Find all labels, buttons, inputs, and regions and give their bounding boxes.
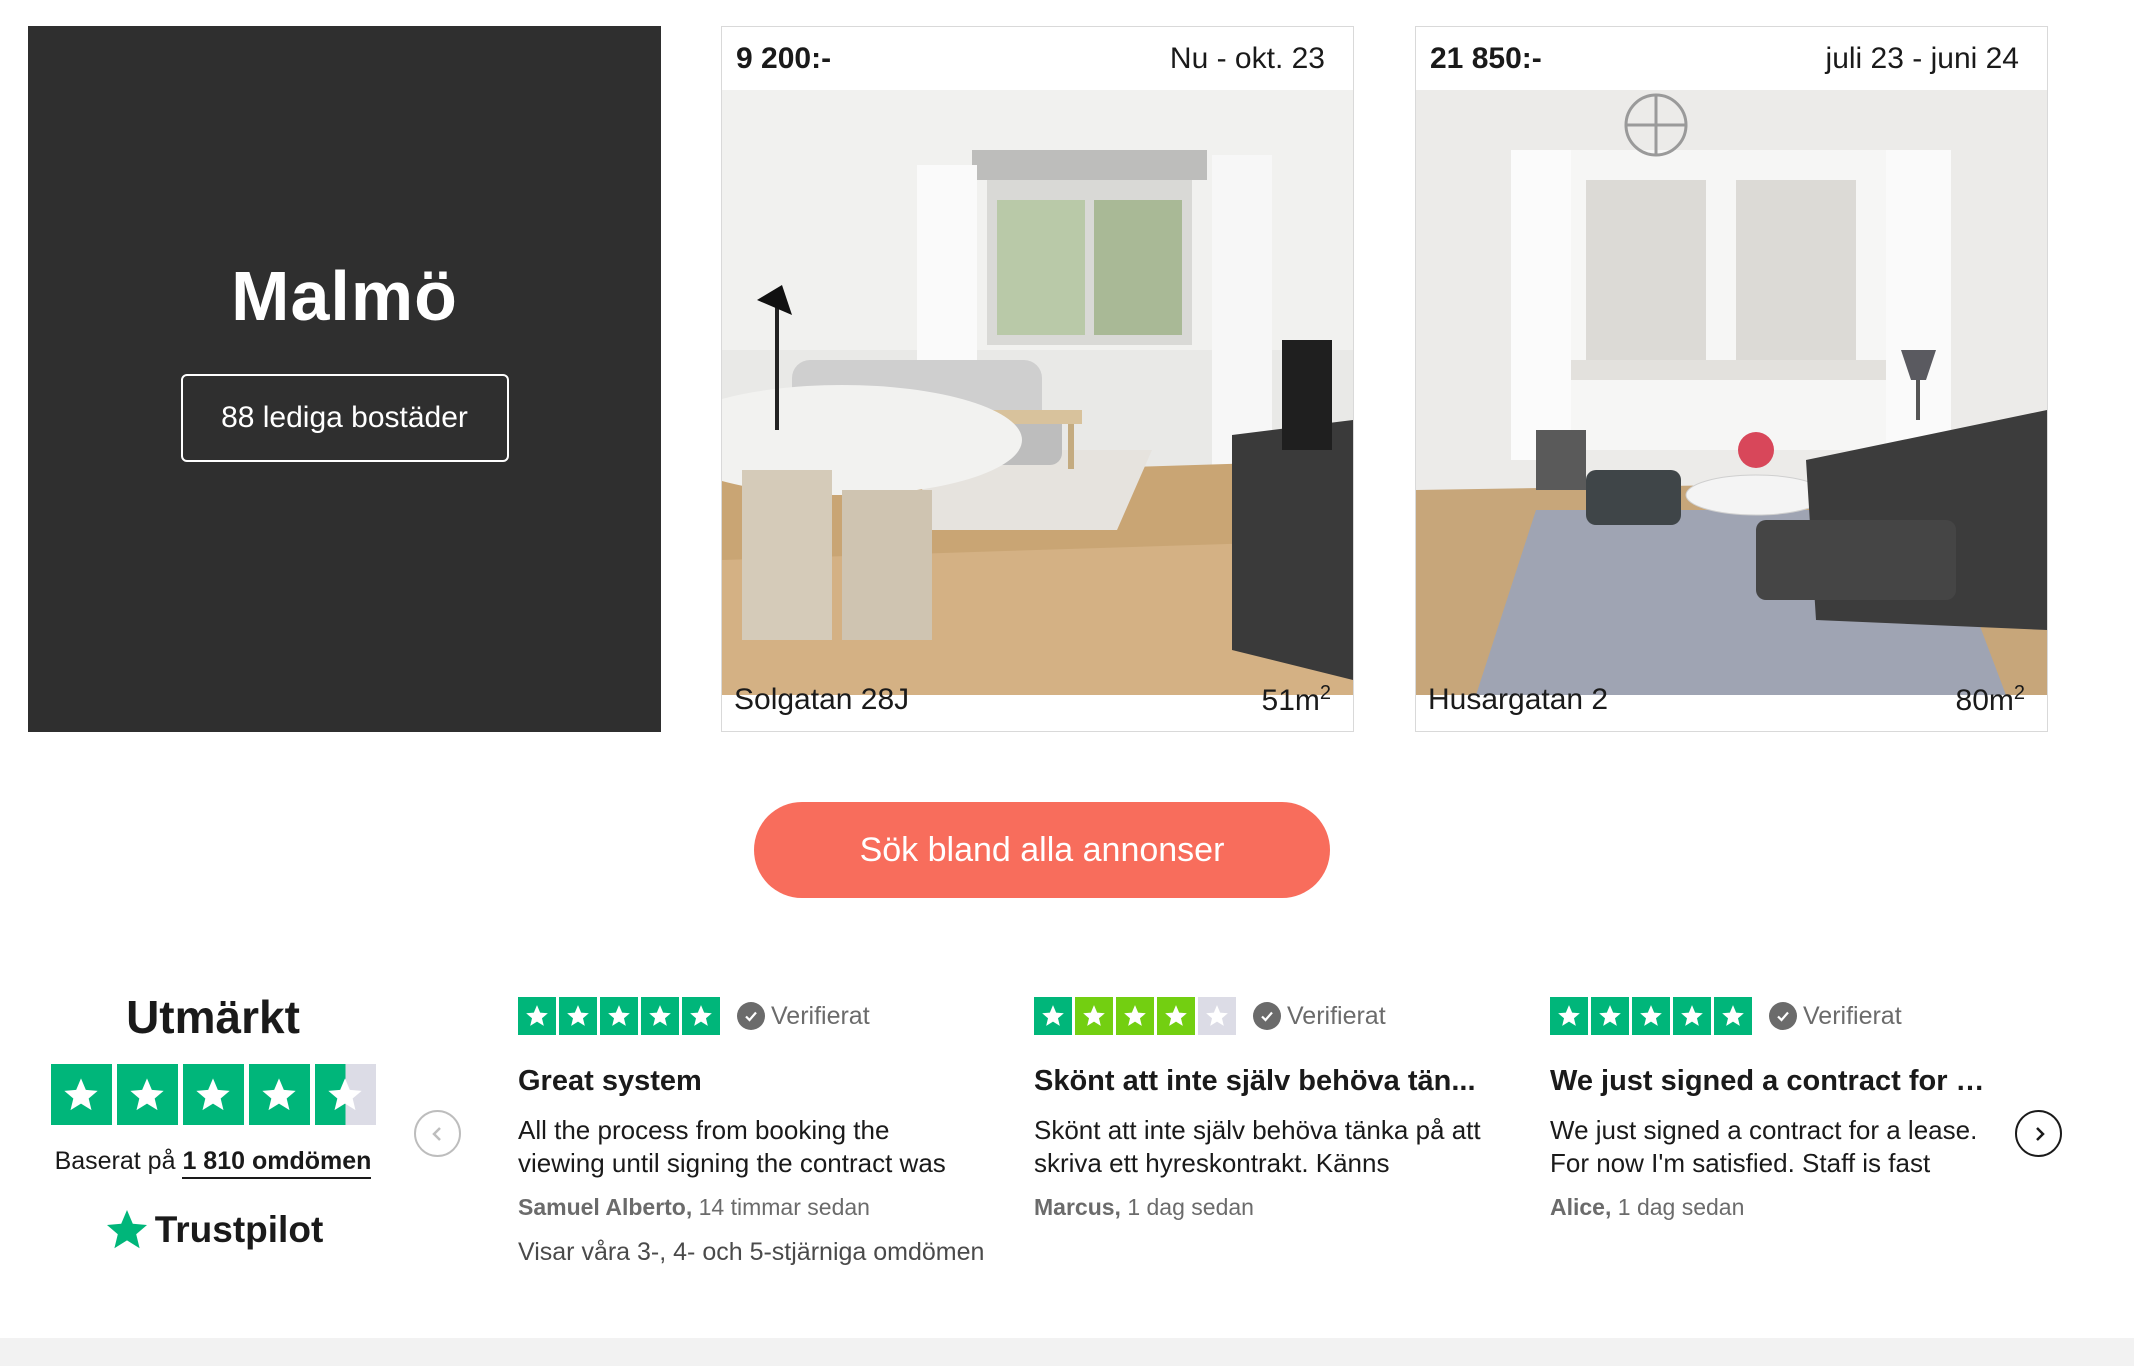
star-icon [1591,997,1629,1035]
star-icon [559,997,597,1035]
listing-footer: Husargatan 2 80m2 [1416,668,2047,731]
listing-header: 21 850:- juli 23 - juni 24 [1416,27,2047,90]
listing-address: Husargatan 2 [1428,682,1609,716]
living-room-image [722,90,1353,695]
review-stars: Verifierat [1034,997,1484,1035]
listing-card[interactable]: 9 200:- Nu - okt. 23 Solgatan 28J 51m2 [721,26,1354,732]
rating-word: Utmärkt [126,991,300,1043]
living-room-image [1416,90,2047,695]
empty-star-icon [1198,997,1236,1035]
review-stars: Verifierat [518,997,968,1035]
chevron-left-icon [431,1126,441,1141]
review-body: Skönt att inte själv behöva tänka på att… [1034,1115,1481,1178]
trustpilot-summary: Utmärkt Baserat på 1 810 omdömen Trustpi… [28,990,398,1254]
available-homes-button[interactable]: 88 lediga bostäder [180,374,509,462]
reviews-footnote: Visar våra 3-, 4- och 5-stjärniga omdöme… [518,1238,985,1266]
previous-review-button[interactable] [414,1110,461,1157]
review-card[interactable]: Verifierat Great system All the process … [518,997,968,1221]
review-card[interactable]: Verifierat We just signed a contract for… [1550,997,2000,1221]
review-card[interactable]: Verifierat Skönt att inte själv behöva t… [1034,997,1484,1221]
review-body: We just signed a contract for a lease. F… [1550,1115,1978,1178]
star-icon [1673,997,1711,1035]
star-icon [1034,997,1072,1035]
half-star-icon [314,1064,376,1125]
star-icon [248,1064,310,1125]
listing-size: 51m2 [1261,681,1331,717]
star-icon [1116,997,1154,1035]
review-meta: Marcus, 1 dag sedan [1034,1194,1254,1220]
trustpilot-logo[interactable]: Trustpilot [28,1206,398,1254]
star-icon [1550,997,1588,1035]
review-meta: Samuel Alberto, 14 timmar sedan [518,1194,870,1220]
listing-card[interactable]: 21 850:- juli 23 - juni 24 Husargatan 2 … [1415,26,2048,732]
listing-photo[interactable] [722,90,1353,695]
next-review-button[interactable] [2015,1110,2062,1157]
listing-size: 80m2 [1955,681,2025,717]
listing-footer: Solgatan 28J 51m2 [722,668,1353,731]
listing-photo[interactable] [1416,90,2047,695]
check-badge-icon [1253,1002,1281,1030]
city-card[interactable]: Malmö 88 lediga bostäder [28,26,661,732]
search-all-listings-button[interactable]: Sök bland alla annonser [754,802,1330,898]
listing-header: 9 200:- Nu - okt. 23 [722,27,1353,90]
listing-dates: juli 23 - juni 24 [1825,41,2019,75]
star-icon [1075,997,1113,1035]
listing-price: 9 200:- [736,41,832,75]
based-on-text: Baserat på 1 810 omdömen [28,1147,398,1179]
verified-label: Verifierat [1253,1002,1386,1031]
star-icon [1714,997,1752,1035]
review-body: All the process from booking the viewing… [518,1115,946,1178]
city-name: Malmö [231,257,458,335]
listing-price: 21 850:- [1430,41,1542,75]
trustpilot-star-icon [106,1210,147,1249]
listing-address: Solgatan 28J [734,682,910,716]
review-stars: Verifierat [1550,997,2000,1035]
review-title[interactable]: Great system [518,1065,968,1098]
star-icon [641,997,679,1035]
review-meta: Alice, 1 dag sedan [1550,1194,1745,1220]
review-title[interactable]: Skönt att inte själv behöva tän... [1034,1065,1484,1098]
star-icon [518,997,556,1035]
review-count-link[interactable]: 1 810 omdömen [182,1147,372,1179]
chevron-right-icon [2035,1126,2045,1141]
check-badge-icon [1769,1002,1797,1030]
star-icon [682,997,720,1035]
check-badge-icon [737,1002,765,1030]
listing-dates: Nu - okt. 23 [1169,41,1325,75]
star-icon [50,1064,112,1125]
verified-label: Verifierat [737,1002,870,1031]
verified-label: Verifierat [1769,1002,1902,1031]
star-icon [1632,997,1670,1035]
review-title[interactable]: We just signed a contract for a ... [1550,1065,2000,1098]
star-icon [1157,997,1195,1035]
star-icon [116,1064,178,1125]
rating-stars [28,1064,398,1125]
star-icon [600,997,638,1035]
footer-band [0,1338,2134,1366]
star-icon [182,1064,244,1125]
